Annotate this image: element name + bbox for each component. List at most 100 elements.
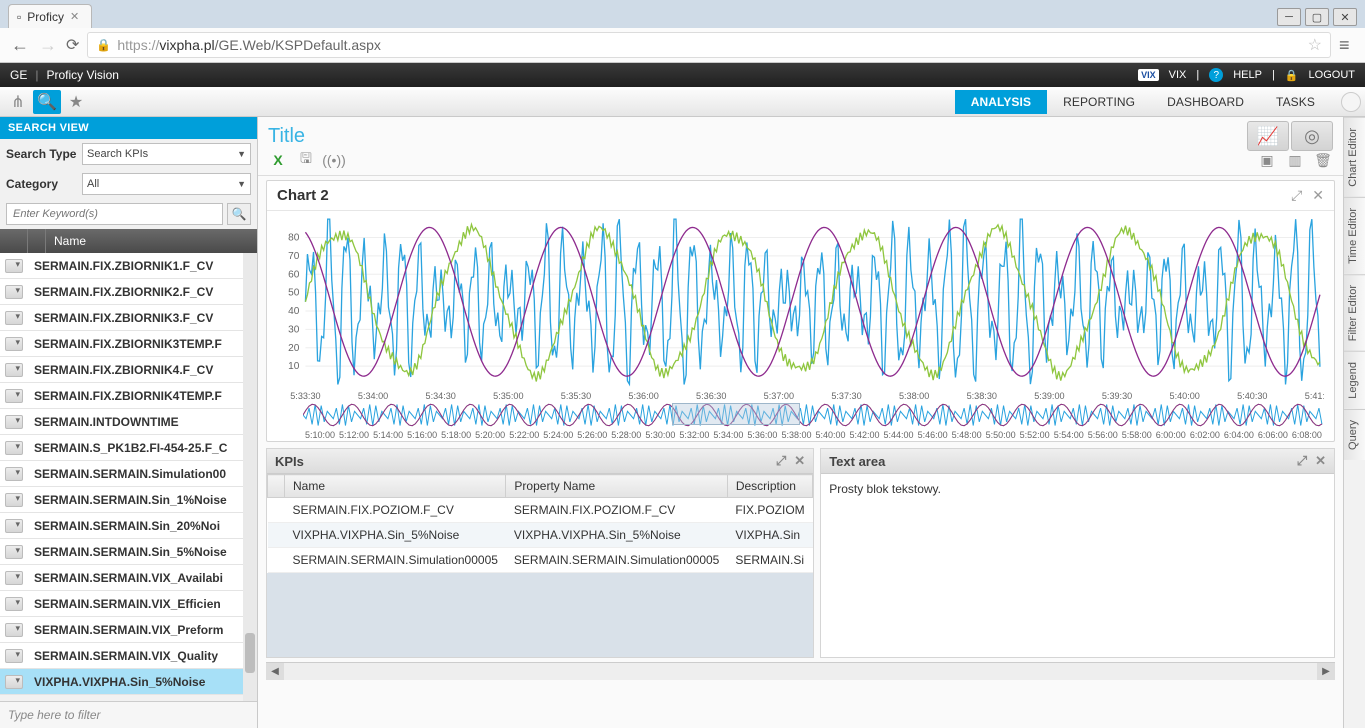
save-icon[interactable]: 🖫 bbox=[296, 151, 316, 169]
horizontal-scrollbar[interactable]: ◀ ▶ bbox=[266, 662, 1335, 680]
tree-row[interactable]: SERMAIN.FIX.ZBIORNIK4.F_CV bbox=[0, 357, 257, 383]
row-menu-button[interactable] bbox=[0, 649, 28, 663]
tree-row[interactable]: SERMAIN.SERMAIN.Sin_5%Noise bbox=[0, 539, 257, 565]
chart-body[interactable]: 10203040506070805:33:305:34:005:34:305:3… bbox=[267, 211, 1334, 401]
bookmark-icon[interactable]: ☆ bbox=[1308, 35, 1322, 55]
tree-row[interactable]: SERMAIN.SERMAIN.Sin_20%Noi bbox=[0, 513, 257, 539]
row-menu-button[interactable] bbox=[0, 545, 28, 559]
kpi-tree[interactable]: SERMAIN.FIX.ZBIORNIK1.F_CVSERMAIN.FIX.ZB… bbox=[0, 253, 257, 701]
row-menu-button[interactable] bbox=[0, 493, 28, 507]
tree-row[interactable]: SERMAIN.SERMAIN.Simulation00 bbox=[0, 461, 257, 487]
tree-row[interactable]: SERMAIN.S_PK1B2.FI-454-25.F_C bbox=[0, 435, 257, 461]
name-column-header[interactable]: Name bbox=[46, 234, 94, 248]
table-row[interactable]: VIXPHA.VIXPHA.Sin_5%NoiseVIXPHA.VIXPHA.S… bbox=[268, 523, 813, 548]
tree-row[interactable]: SERMAIN.SERMAIN.VIX_Availabi bbox=[0, 565, 257, 591]
nav-tab-tasks[interactable]: TASKS bbox=[1260, 90, 1331, 114]
chat-bubble-icon[interactable] bbox=[1341, 92, 1361, 112]
tree-row[interactable]: SERMAIN.FIX.ZBIORNIK2.F_CV bbox=[0, 279, 257, 305]
chrome-menu-icon[interactable]: ≡ bbox=[1339, 35, 1355, 56]
expand-icon[interactable]: ⤢ bbox=[1297, 453, 1307, 469]
expand-icon[interactable]: ⤢ bbox=[776, 453, 786, 469]
tree-row[interactable]: SERMAIN.SERMAIN.VIX_Preform bbox=[0, 617, 257, 643]
reload-button[interactable]: ⟳ bbox=[66, 35, 79, 55]
nav-tab-reporting[interactable]: REPORTING bbox=[1047, 90, 1151, 114]
row-menu-button[interactable] bbox=[0, 441, 28, 455]
column-header[interactable]: Description bbox=[727, 475, 812, 498]
row-menu-button[interactable] bbox=[0, 363, 28, 377]
tree-row[interactable]: SERMAIN.SERMAIN.VIX_Efficien bbox=[0, 591, 257, 617]
back-button[interactable]: ← bbox=[10, 35, 30, 55]
omnibox[interactable]: 🔒 https://vixpha.pl/GE.Web/KSPDefault.as… bbox=[87, 32, 1331, 58]
layout-icon[interactable]: ▥ bbox=[1285, 151, 1305, 169]
table-row[interactable]: SERMAIN.SERMAIN.Simulation00005SERMAIN.S… bbox=[268, 548, 813, 573]
forward-button[interactable]: → bbox=[38, 35, 58, 55]
scroll-left-button[interactable]: ◀ bbox=[266, 663, 284, 680]
tree-row[interactable]: SERMAIN.FIX.ZBIORNIK1.F_CV bbox=[0, 253, 257, 279]
tree-row[interactable]: SERMAIN.SERMAIN.Sin_1%Noise bbox=[0, 487, 257, 513]
tree-row[interactable]: SERMAIN.FIX.ZBIORNIK4TEMP.F bbox=[0, 383, 257, 409]
close-window-button[interactable]: ✕ bbox=[1333, 8, 1357, 26]
overview-selection[interactable] bbox=[672, 403, 800, 425]
keyword-input[interactable] bbox=[6, 203, 223, 225]
share-icon[interactable]: ⋔ bbox=[4, 90, 32, 114]
tree-row[interactable]: SERMAIN.FIX.ZBIORNIK3.F_CV bbox=[0, 305, 257, 331]
tree-row[interactable]: SERMAIN.FIX.ZBIORNIK3TEMP.F bbox=[0, 331, 257, 357]
rail-tab-legend[interactable]: Legend bbox=[1344, 351, 1365, 409]
nav-tab-analysis[interactable]: ANALYSIS bbox=[955, 90, 1047, 114]
maximize-button[interactable]: ▢ bbox=[1305, 8, 1329, 26]
row-menu-button[interactable] bbox=[0, 415, 28, 429]
excel-export-icon[interactable]: X bbox=[268, 151, 288, 169]
help-icon[interactable]: ? bbox=[1209, 68, 1223, 82]
row-menu-button[interactable] bbox=[0, 285, 28, 299]
tree-filter-input[interactable]: Type here to filter bbox=[0, 701, 257, 728]
row-menu-button[interactable] bbox=[0, 623, 28, 637]
scrollbar[interactable] bbox=[243, 253, 257, 701]
chart-title: Chart 2 bbox=[277, 187, 329, 204]
table-row[interactable]: SERMAIN.FIX.POZIOM.F_CVSERMAIN.FIX.POZIO… bbox=[268, 498, 813, 523]
close-icon[interactable]: ✕ bbox=[1312, 187, 1324, 204]
scroll-right-button[interactable]: ▶ bbox=[1317, 663, 1335, 680]
close-icon[interactable]: ✕ bbox=[70, 10, 79, 23]
trash-icon[interactable]: 🗑 bbox=[1313, 151, 1333, 169]
column-header[interactable]: Property Name bbox=[506, 475, 727, 498]
close-icon[interactable]: ✕ bbox=[794, 453, 805, 469]
row-menu-button[interactable] bbox=[0, 337, 28, 351]
close-icon[interactable]: ✕ bbox=[1315, 453, 1326, 469]
minimize-button[interactable]: ─ bbox=[1277, 8, 1301, 26]
tree-row[interactable]: SERMAIN.SERMAIN.VIX_Quality bbox=[0, 643, 257, 669]
browser-tab[interactable]: ▫ Proficy ✕ bbox=[8, 4, 92, 28]
rail-tab-filter-editor[interactable]: Filter Editor bbox=[1344, 274, 1365, 351]
overview-row[interactable]: 5:10:005:12:005:14:005:16:005:18:005:20:… bbox=[267, 401, 1334, 441]
logout-label[interactable]: LOGOUT bbox=[1309, 69, 1355, 81]
add-panel-icon[interactable]: ▣ bbox=[1257, 151, 1277, 169]
expand-icon[interactable]: ⤢ bbox=[1291, 187, 1302, 204]
row-menu-button[interactable] bbox=[0, 467, 28, 481]
tree-row[interactable]: SERMAIN.INTDOWNTIME bbox=[0, 409, 257, 435]
search-icon[interactable]: 🔍 bbox=[33, 90, 61, 114]
row-menu-button[interactable] bbox=[0, 571, 28, 585]
column-header[interactable]: Name bbox=[285, 475, 506, 498]
row-menu-button[interactable] bbox=[0, 597, 28, 611]
rail-tab-time-editor[interactable]: Time Editor bbox=[1344, 197, 1365, 274]
search-type-combo[interactable]: Search KPIs ▼ bbox=[82, 143, 251, 165]
scrollbar-thumb[interactable] bbox=[245, 633, 255, 673]
kpis-grid[interactable]: NameProperty NameDescription SERMAIN.FIX… bbox=[267, 474, 813, 657]
rail-tab-chart-editor[interactable]: Chart Editor bbox=[1344, 117, 1365, 197]
row-menu-button[interactable] bbox=[0, 259, 28, 273]
nav-tab-dashboard[interactable]: DASHBOARD bbox=[1151, 90, 1260, 114]
help-label[interactable]: HELP bbox=[1233, 69, 1262, 81]
tree-row[interactable]: VIXPHA.VIXPHA.Sin_5%Noise bbox=[0, 669, 257, 695]
row-menu-button[interactable] bbox=[0, 519, 28, 533]
target-tool-button[interactable]: ◎ bbox=[1291, 121, 1333, 151]
row-menu-button[interactable] bbox=[0, 311, 28, 325]
chart-tool-button[interactable]: 📈 bbox=[1247, 121, 1289, 151]
row-menu-button[interactable] bbox=[0, 389, 28, 403]
sound-icon[interactable]: ((•)) bbox=[324, 151, 344, 169]
category-combo[interactable]: All ▼ bbox=[82, 173, 251, 195]
rail-tab-query[interactable]: Query bbox=[1344, 409, 1365, 460]
star-icon[interactable]: ★ bbox=[62, 90, 90, 114]
row-menu-button[interactable] bbox=[0, 675, 28, 689]
text-body[interactable]: Prosty blok tekstowy. bbox=[821, 474, 1334, 657]
workspace: SEARCH VIEW Search Type Search KPIs ▼ Ca… bbox=[0, 117, 1365, 728]
keyword-search-button[interactable]: 🔍 bbox=[227, 203, 251, 225]
